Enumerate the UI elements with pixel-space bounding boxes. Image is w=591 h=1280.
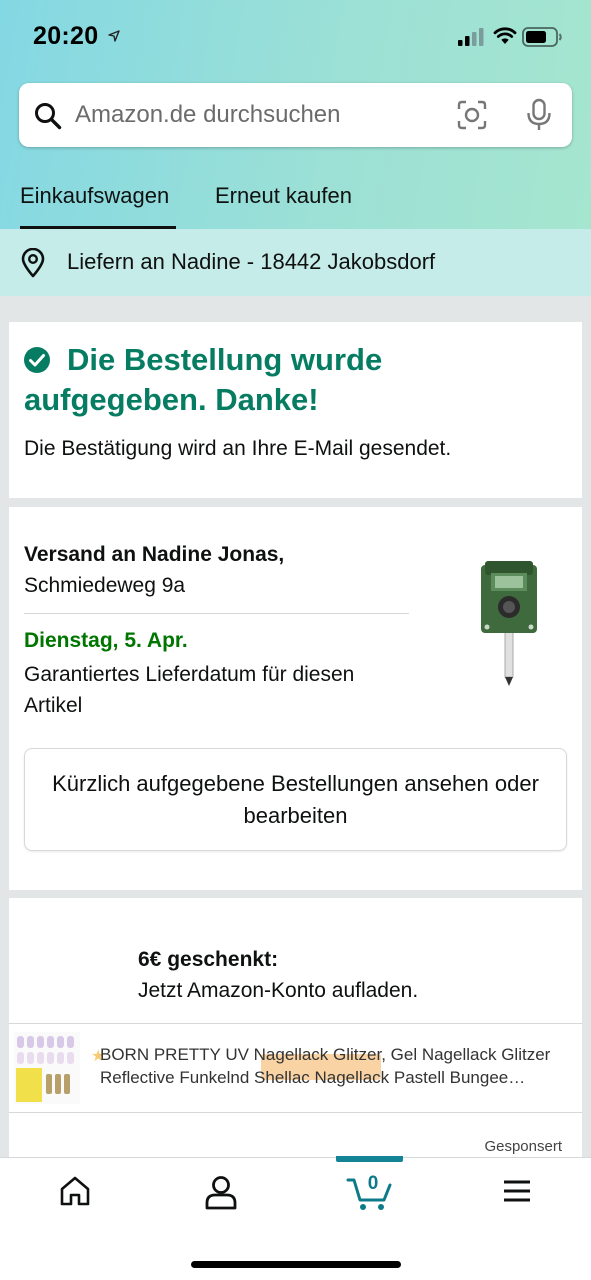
ship-to-name: Versand an Nadine Jonas, — [24, 543, 285, 566]
camera-icon[interactable] — [457, 100, 487, 130]
promo-title[interactable]: 6€ geschenkt: — [138, 948, 278, 972]
cart-count: 0 — [367, 1173, 379, 1194]
active-tab-indicator — [336, 1156, 403, 1162]
home-icon[interactable] — [58, 1174, 92, 1208]
home-indicator — [191, 1261, 401, 1268]
sponsored-label: Gesponsert — [484, 1138, 562, 1155]
divider — [9, 1112, 582, 1113]
view-orders-button[interactable]: Kürzlich aufgegebene Bestellungen ansehe… — [24, 748, 567, 851]
ad-title-line2[interactable]: Reflective Funkelnd Shellac Nagellack Pa… — [100, 1068, 578, 1088]
promo-subtitle[interactable]: Jetzt Amazon-Konto aufladen. — [138, 979, 418, 1003]
cellular-signal-icon — [458, 28, 484, 46]
location-arrow-icon — [108, 30, 120, 42]
bottom-nav: 0 — [0, 1156, 591, 1280]
status-time: 20:20 — [33, 22, 99, 50]
delivery-guarantee-note: Garantiertes Lieferdatum für diesen Arti… — [24, 663, 355, 717]
confirmation-subtitle: Die Bestätigung wird an Ihre E-Mail gese… — [24, 437, 452, 460]
ad-product-image[interactable] — [14, 1032, 80, 1104]
battery-icon — [522, 27, 562, 47]
divider — [24, 613, 409, 614]
status-bar: 20:20 — [0, 0, 591, 70]
search-input[interactable] — [75, 83, 445, 147]
ad-title-line1[interactable]: BORN PRETTY UV Nagellack Glitzer, Gel Na… — [100, 1045, 578, 1065]
search-icon[interactable] — [34, 102, 62, 130]
tab-buy-again[interactable]: Erneut kaufen — [215, 183, 352, 209]
shipment-card: Versand an Nadine Jonas, Schmiedeweg 9a … — [9, 507, 582, 890]
location-pin-icon — [21, 248, 45, 278]
product-image[interactable] — [467, 559, 547, 689]
delivery-date: Dienstag, 5. Apr. — [24, 629, 188, 652]
header: 20:20 Amazon.de durchsuchen Einkaufswage… — [0, 0, 591, 296]
order-confirmation-card: Die Bestellung wurde aufgegeben. Danke! … — [9, 322, 582, 498]
wifi-icon — [493, 27, 517, 44]
divider — [9, 1023, 582, 1024]
ship-to-street: Schmiedeweg 9a — [24, 574, 186, 597]
confirmation-title: Die Bestellung wurde aufgegeben. Danke! — [24, 342, 383, 417]
profile-icon[interactable] — [203, 1174, 239, 1210]
menu-icon[interactable] — [500, 1174, 534, 1208]
microphone-icon[interactable] — [525, 98, 553, 132]
delivery-location-bar[interactable]: Liefern an Nadine - 18442 Jakobsdorf — [0, 229, 591, 296]
tab-cart[interactable]: Einkaufswagen — [20, 183, 169, 209]
search-bar[interactable] — [19, 83, 572, 147]
delivery-location-text: Liefern an Nadine - 18442 Jakobsdorf — [67, 249, 436, 274]
promo-card: 6€ geschenkt: Jetzt Amazon-Konto auflade… — [9, 898, 582, 1168]
